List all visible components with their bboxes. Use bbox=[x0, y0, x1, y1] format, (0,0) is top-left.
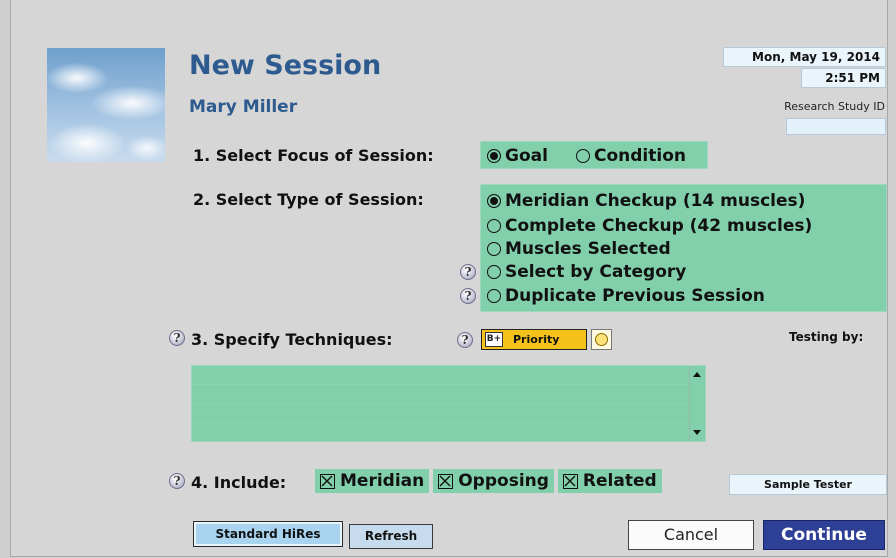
clock-icon bbox=[595, 333, 608, 346]
include-label: Related bbox=[582, 471, 657, 491]
research-study-input[interactable] bbox=[786, 118, 886, 135]
focus-options-panel: Goal Condition bbox=[480, 141, 708, 169]
page-title: New Session bbox=[189, 50, 382, 81]
session-type-select-by-category[interactable]: Select by Category bbox=[487, 262, 686, 282]
radio-selected-icon[interactable] bbox=[487, 149, 501, 163]
session-type-label: Duplicate Previous Session bbox=[505, 286, 765, 306]
session-type-label: Muscles Selected bbox=[505, 239, 671, 259]
new-session-window: New Session Mary Miller Mon, May 19, 201… bbox=[10, 0, 888, 557]
step2-label: 2. Select Type of Session: bbox=[193, 190, 424, 209]
step1-label: 1. Select Focus of Session: bbox=[193, 146, 434, 165]
time-display: 2:51 PM bbox=[801, 68, 886, 88]
include-options: Meridian Opposing Related bbox=[315, 469, 662, 493]
research-study-label: Research Study ID bbox=[784, 100, 885, 113]
continue-button[interactable]: Continue bbox=[763, 520, 885, 550]
tester-field[interactable]: Sample Tester bbox=[729, 474, 887, 495]
checkbox-checked-icon[interactable] bbox=[562, 473, 578, 489]
help-icon-category[interactable]: ? bbox=[460, 264, 476, 280]
techniques-scrollbar[interactable] bbox=[689, 366, 705, 441]
radio-empty-icon[interactable] bbox=[487, 219, 501, 233]
checkbox-checked-icon[interactable] bbox=[320, 473, 335, 489]
priority-icon: B+ bbox=[485, 332, 503, 347]
radio-empty-icon[interactable] bbox=[576, 149, 590, 163]
focus-option-goal[interactable]: Goal bbox=[487, 146, 548, 166]
help-icon-include[interactable]: ? bbox=[169, 473, 185, 489]
scroll-down-icon[interactable] bbox=[693, 430, 701, 435]
cancel-button[interactable]: Cancel bbox=[628, 520, 754, 550]
focus-option-label: Condition bbox=[594, 146, 686, 166]
priority-label: Priority bbox=[513, 333, 560, 346]
include-meridian-checkbox[interactable]: Meridian bbox=[315, 469, 430, 493]
session-type-label: Select by Category bbox=[505, 262, 687, 282]
help-icon-techniques[interactable]: ? bbox=[169, 330, 185, 346]
date-display: Mon, May 19, 2014 bbox=[723, 47, 886, 67]
testing-by-label: Testing by: bbox=[789, 330, 864, 344]
scroll-up-icon[interactable] bbox=[693, 372, 701, 377]
radio-empty-icon[interactable] bbox=[487, 289, 501, 303]
radio-empty-icon[interactable] bbox=[487, 265, 501, 279]
session-type-meridian-checkup[interactable]: Meridian Checkup (14 muscles) bbox=[487, 191, 805, 211]
focus-option-condition[interactable]: Condition bbox=[576, 146, 686, 166]
focus-option-label: Goal bbox=[505, 146, 548, 166]
session-type-duplicate-previous[interactable]: Duplicate Previous Session bbox=[487, 286, 765, 306]
session-type-label: Meridian Checkup (14 muscles) bbox=[505, 191, 806, 211]
techniques-list-body bbox=[192, 366, 690, 441]
help-icon-priority[interactable]: ? bbox=[457, 332, 473, 348]
help-icon-duplicate[interactable]: ? bbox=[460, 288, 476, 304]
radio-empty-icon[interactable] bbox=[487, 242, 501, 256]
session-type-label: Complete Checkup (42 muscles) bbox=[505, 216, 813, 236]
session-type-muscles-selected[interactable]: Muscles Selected bbox=[487, 239, 671, 259]
standard-hires-button[interactable]: Standard HiRes bbox=[193, 521, 343, 547]
include-label: Opposing bbox=[458, 471, 549, 491]
session-type-complete-checkup[interactable]: Complete Checkup (42 muscles) bbox=[487, 216, 812, 236]
session-type-panel: Meridian Checkup (14 muscles) Complete C… bbox=[480, 184, 887, 312]
step4-label: 4. Include: bbox=[191, 473, 287, 492]
radio-selected-icon[interactable] bbox=[487, 194, 501, 208]
clock-button[interactable] bbox=[591, 329, 612, 350]
techniques-list[interactable] bbox=[191, 365, 706, 442]
include-label: Meridian bbox=[340, 471, 425, 491]
priority-button[interactable]: B+ Priority bbox=[481, 329, 587, 350]
include-opposing-checkbox[interactable]: Opposing bbox=[433, 469, 554, 493]
include-related-checkbox[interactable]: Related bbox=[557, 469, 662, 493]
sky-image bbox=[47, 48, 165, 162]
user-name: Mary Miller bbox=[189, 97, 298, 117]
refresh-button[interactable]: Refresh bbox=[349, 524, 433, 549]
checkbox-checked-icon[interactable] bbox=[438, 473, 454, 489]
step3-label: 3. Specify Techniques: bbox=[191, 330, 393, 349]
